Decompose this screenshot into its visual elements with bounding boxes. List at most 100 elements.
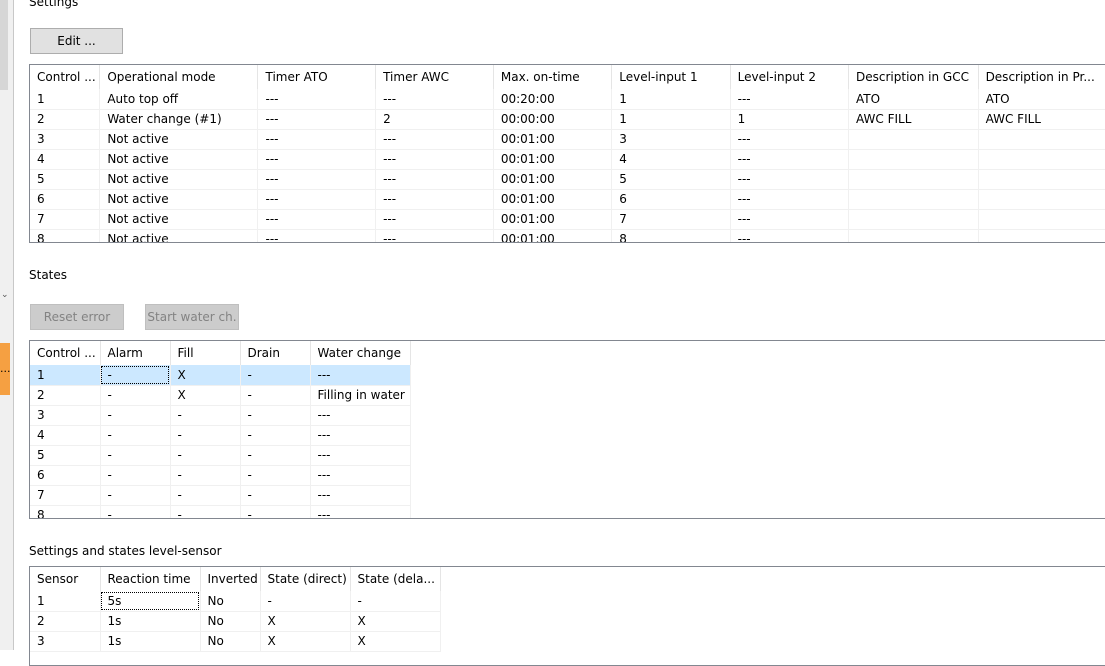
state-row[interactable]: 6- - - --- [30, 465, 411, 486]
table-cell[interactable]: No [200, 591, 261, 612]
sidebar-tab-active[interactable]: ... [0, 343, 11, 395]
column-header-control[interactable]: Control ... [30, 65, 101, 89]
column-header-level-input-1[interactable]: Level-input 1 [611, 65, 731, 89]
table-cell[interactable]: - [100, 425, 171, 446]
table-cell[interactable]: 00:01:00 [493, 189, 613, 210]
table-cell[interactable]: 00:01:00 [493, 129, 613, 150]
column-header-drain[interactable]: Drain [240, 341, 311, 365]
table-cell[interactable]: 3 [30, 129, 101, 150]
table-cell[interactable]: --- [257, 109, 377, 130]
state-row[interactable]: 4- - - --- [30, 425, 411, 446]
reset-error-button[interactable]: Reset error [30, 304, 124, 330]
table-cell[interactable]: - [170, 405, 241, 426]
table-cell[interactable]: 2 [30, 611, 101, 632]
table-cell[interactable]: 7 [30, 485, 101, 506]
table-cell[interactable] [978, 189, 1105, 210]
table-cell[interactable]: - [170, 465, 241, 486]
table-cell[interactable]: 6 [30, 189, 101, 210]
table-cell[interactable]: - [100, 405, 171, 426]
table-cell[interactable]: 2 [30, 385, 101, 406]
column-header-state-direct[interactable]: State (direct) [260, 567, 351, 591]
table-cell[interactable]: 1 [730, 109, 850, 130]
table-cell[interactable]: --- [730, 169, 850, 190]
table-cell[interactable]: --- [257, 89, 377, 110]
table-cell[interactable]: AWC FILL [848, 109, 979, 130]
sensor-row[interactable]: 3 1s No X X [30, 631, 441, 652]
column-header-description-in-pr[interactable]: Description in Pr... [978, 65, 1105, 89]
table-cell[interactable]: Not active [99, 129, 259, 150]
table-cell[interactable]: 3 [611, 129, 731, 150]
table-cell[interactable]: 00:01:00 [493, 169, 613, 190]
table-cell[interactable]: 7 [611, 209, 731, 230]
state-row[interactable]: 7- - - --- [30, 485, 411, 506]
table-cell[interactable]: 4 [611, 149, 731, 170]
table-cell[interactable]: - [350, 591, 441, 612]
table-cell[interactable]: 5 [611, 169, 731, 190]
table-cell[interactable] [848, 189, 979, 210]
table-cell[interactable]: --- [730, 89, 850, 110]
table-cell[interactable]: AWC FILL [978, 109, 1105, 130]
table-cell[interactable]: --- [257, 229, 377, 242]
column-header-max-on-time[interactable]: Max. on-time [493, 65, 613, 89]
table-cell[interactable]: Not active [99, 169, 259, 190]
table-cell[interactable]: --- [730, 129, 850, 150]
table-cell[interactable]: - [100, 465, 171, 486]
table-cell[interactable]: --- [257, 189, 377, 210]
table-cell[interactable]: 8 [30, 505, 101, 518]
table-cell[interactable]: --- [257, 129, 377, 150]
table-cell[interactable] [978, 149, 1105, 170]
table-cell[interactable]: - [170, 425, 241, 446]
table-cell[interactable]: 5s [100, 591, 201, 612]
table-cell[interactable]: --- [730, 209, 850, 230]
column-header-timer-ato[interactable]: Timer ATO [257, 65, 377, 89]
table-cell[interactable]: --- [257, 169, 377, 190]
table-cell[interactable]: - [260, 591, 351, 612]
table-cell[interactable]: 1 [30, 591, 101, 612]
control-row[interactable]: 4 Not active --- --- 00:01:00 4 --- [30, 149, 1105, 170]
table-cell[interactable]: --- [375, 209, 494, 230]
control-settings-grid[interactable]: Control ... Operational mode Timer ATO Time… [29, 64, 1105, 243]
table-cell[interactable]: 00:20:00 [493, 89, 613, 110]
table-cell[interactable]: 6 [611, 189, 731, 210]
table-cell[interactable]: 1s [100, 611, 201, 632]
control-row[interactable]: 5 Not active --- --- 00:01:00 5 --- [30, 169, 1105, 190]
column-header-water-change[interactable]: Water change [310, 341, 411, 365]
table-cell[interactable]: - [100, 505, 171, 518]
table-cell[interactable]: X [260, 631, 351, 652]
state-row[interactable]: 8- - - --- [30, 505, 411, 518]
table-cell[interactable] [848, 209, 979, 230]
table-cell[interactable]: 3 [30, 631, 101, 652]
table-cell[interactable]: 00:00:00 [493, 109, 613, 130]
table-cell[interactable]: --- [375, 89, 494, 110]
table-cell[interactable]: --- [730, 229, 850, 242]
control-row[interactable]: 1 Auto top off --- --- 00:20:00 1 --- ATO ATO [30, 89, 1105, 110]
column-header-fill[interactable]: Fill [170, 341, 241, 365]
column-header-level-input-2[interactable]: Level-input 2 [730, 65, 850, 89]
sensor-row[interactable]: 1 5s No - - [30, 591, 441, 612]
table-cell[interactable] [978, 229, 1105, 242]
control-row[interactable]: 8 Not active --- --- 00:01:00 8 --- [30, 229, 1105, 242]
table-cell[interactable]: --- [730, 149, 850, 170]
table-cell[interactable] [978, 129, 1105, 150]
table-cell[interactable]: 2 [375, 109, 494, 130]
column-header-state-dela[interactable]: State (dela... [350, 567, 441, 591]
table-cell[interactable]: - [240, 465, 311, 486]
table-cell[interactable] [848, 129, 979, 150]
edit-button[interactable]: Edit ... [30, 28, 123, 54]
column-header-sensor[interactable]: Sensor [30, 567, 101, 591]
table-cell[interactable]: X [350, 611, 441, 632]
table-cell[interactable]: - [240, 445, 311, 466]
table-cell[interactable]: --- [310, 445, 411, 466]
table-cell[interactable]: - [170, 485, 241, 506]
table-cell[interactable] [848, 229, 979, 242]
state-row[interactable]: 5- - - --- [30, 445, 411, 466]
table-cell[interactable]: --- [375, 169, 494, 190]
table-cell[interactable]: Not active [99, 189, 259, 210]
table-cell[interactable]: --- [375, 149, 494, 170]
level-sensor-grid[interactable]: Sensor Reaction time Inverted State (direct… [29, 566, 1105, 666]
table-cell[interactable]: 1 [30, 365, 101, 386]
table-cell[interactable]: - [100, 485, 171, 506]
table-cell[interactable]: 6 [30, 465, 101, 486]
table-cell[interactable]: ATO [848, 89, 979, 110]
table-cell[interactable]: - [100, 365, 171, 386]
